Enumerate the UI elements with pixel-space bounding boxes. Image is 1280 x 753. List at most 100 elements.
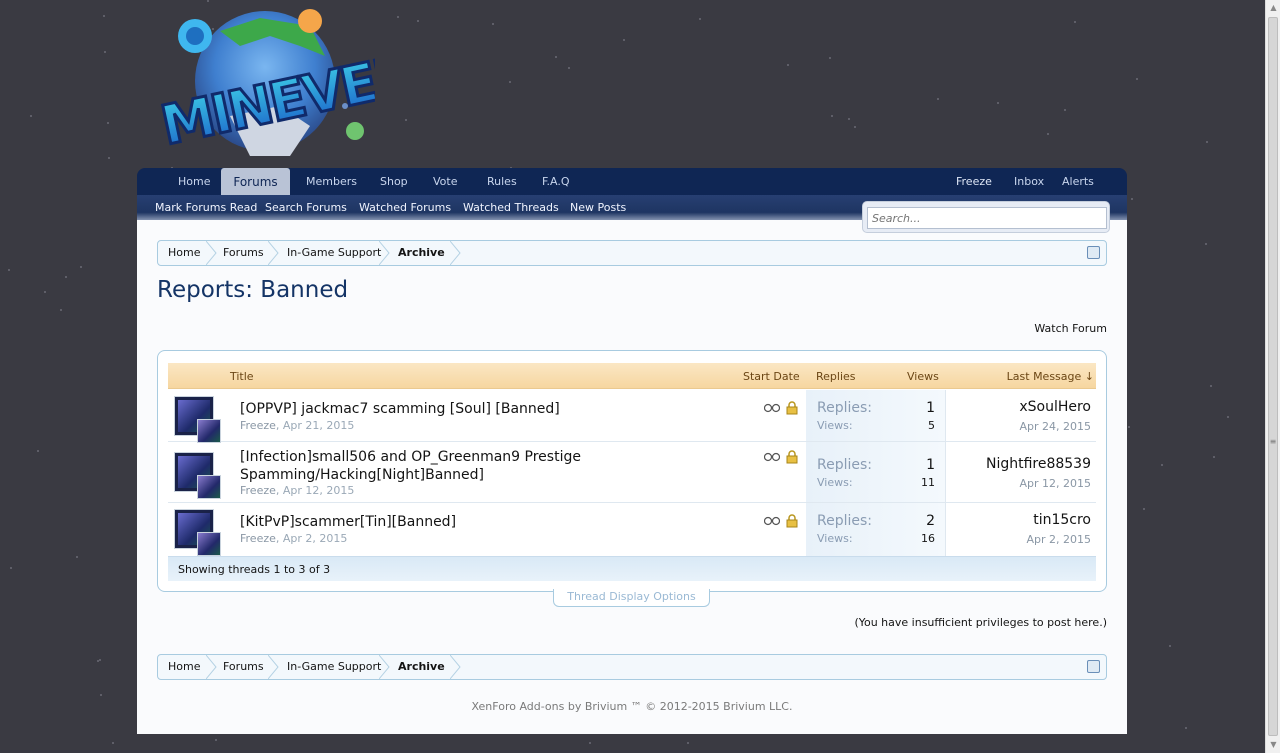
- crumb-in-game-support[interactable]: In-Game Support: [287, 655, 381, 679]
- scroll-up-arrow-icon[interactable]: ▲: [1266, 0, 1280, 16]
- thread-meta: Freeze, Apr 2, 2015: [240, 532, 348, 545]
- avatar[interactable]: [174, 509, 221, 556]
- crumb-forums[interactable]: Forums: [223, 655, 264, 679]
- watched-threads-link[interactable]: Watched Threads: [463, 201, 559, 214]
- star-dot: [97, 660, 99, 662]
- thread-date: Apr 21, 2015: [282, 419, 355, 432]
- thread-title-line1[interactable]: [Infection]small506 and OP_Greenman9 Pre…: [240, 449, 581, 465]
- star-dot: [1213, 456, 1215, 458]
- star-dot: [112, 742, 114, 744]
- search-forums-link[interactable]: Search Forums: [265, 201, 347, 214]
- views-count: 16: [921, 532, 935, 545]
- scroll-down-arrow-icon[interactable]: ▼: [1266, 737, 1280, 753]
- star-dot: [623, 39, 625, 41]
- crumb-separator: [268, 655, 280, 679]
- search-box: [862, 201, 1110, 233]
- col-title[interactable]: Title: [230, 370, 254, 383]
- col-replies[interactable]: Replies: [816, 370, 856, 383]
- col-last-message[interactable]: Last Message ↓: [1007, 370, 1094, 383]
- crumb-separator: [206, 241, 218, 265]
- thread-author[interactable]: Freeze: [240, 484, 276, 497]
- crumb-archive[interactable]: Archive: [398, 241, 445, 265]
- star-dot: [417, 20, 419, 22]
- crumb-archive[interactable]: Archive: [398, 655, 445, 679]
- col-views[interactable]: Views: [907, 370, 939, 383]
- star-dot: [99, 659, 101, 661]
- star-dot: [397, 16, 399, 18]
- locked-icon: [786, 401, 798, 418]
- locked-icon: [786, 514, 798, 531]
- watch-forum-link[interactable]: Watch Forum: [1034, 322, 1107, 335]
- watched-forums-link[interactable]: Watched Forums: [359, 201, 451, 214]
- nav-user-freeze[interactable]: Freeze: [956, 168, 992, 195]
- thread-row: [OPPVP] jackmac7 scamming [Soul] [Banned…: [168, 390, 1096, 443]
- star-dot: [8, 269, 10, 271]
- avatar[interactable]: [174, 452, 221, 499]
- thread-title[interactable]: [KitPvP]scammer[Tin][Banned]: [240, 513, 456, 531]
- crumb-separator: [379, 655, 391, 679]
- crumb-separator: [379, 241, 391, 265]
- page-scrollbar[interactable]: ▲ ≡ ▼: [1265, 0, 1280, 753]
- last-post-user[interactable]: Nightfire88539: [986, 456, 1091, 472]
- copyright-text[interactable]: XenForo Add-ons by Brivium ™ © 2012-2015…: [137, 700, 1127, 713]
- star-dot: [1131, 198, 1133, 200]
- nav-tab-vote[interactable]: Vote: [433, 168, 457, 195]
- views-label: Views:: [817, 476, 853, 489]
- crumb-in-game-support[interactable]: In-Game Support: [287, 241, 381, 265]
- star-dot: [10, 567, 12, 569]
- locked-icon: [786, 450, 798, 467]
- last-post-date[interactable]: Apr 12, 2015: [1019, 477, 1091, 490]
- star-dot: [60, 309, 62, 311]
- nav-tab-members[interactable]: Members: [306, 168, 357, 195]
- new-posts-link[interactable]: New Posts: [570, 201, 626, 214]
- nav-tab-forums[interactable]: Forums: [221, 168, 290, 195]
- avatar-small[interactable]: [197, 532, 221, 556]
- nav-alerts[interactable]: Alerts: [1062, 168, 1094, 195]
- crumb-home[interactable]: Home: [168, 655, 200, 679]
- star-dot: [1074, 21, 1076, 23]
- star-dot: [76, 556, 78, 558]
- jump-menu-icon[interactable]: [1087, 660, 1100, 673]
- mark-forums-read-link[interactable]: Mark Forums Read: [155, 201, 257, 214]
- jump-menu-icon[interactable]: [1087, 246, 1100, 259]
- mineverse-logo[interactable]: MINEVERSE: [150, 6, 488, 166]
- star-dot: [568, 67, 570, 69]
- page-title: Reports: Banned: [157, 277, 349, 303]
- star-dot: [107, 122, 109, 124]
- crumb-forums[interactable]: Forums: [223, 241, 264, 265]
- nav-inbox[interactable]: Inbox: [1014, 168, 1044, 195]
- avatar[interactable]: [174, 396, 221, 443]
- avatar-small[interactable]: [197, 419, 221, 443]
- thread-count-text: Showing threads 1 to 3 of 3: [178, 563, 331, 576]
- star-dot: [104, 51, 106, 53]
- no-permission-notice: (You have insufficient privileges to pos…: [854, 616, 1107, 629]
- nav-tab-faq[interactable]: F.A.Q: [542, 168, 570, 195]
- star-dot: [687, 742, 689, 744]
- last-post-date[interactable]: Apr 2, 2015: [1026, 533, 1091, 546]
- star-dot: [1136, 78, 1138, 80]
- star-dot: [30, 115, 32, 117]
- last-post-user[interactable]: tin15cro: [1033, 512, 1091, 528]
- star-dot: [65, 276, 67, 278]
- thread-title[interactable]: [Infection]small506 and OP_Greenman9 Pre…: [240, 448, 581, 484]
- thread-title[interactable]: [OPPVP] jackmac7 scamming [Soul] [Banned…: [240, 400, 560, 418]
- thread-author[interactable]: Freeze: [240, 532, 276, 545]
- scrollbar-thumb[interactable]: [1268, 17, 1278, 736]
- crumb-home[interactable]: Home: [168, 241, 200, 265]
- nav-tab-shop[interactable]: Shop: [380, 168, 408, 195]
- nav-tab-rules[interactable]: Rules: [487, 168, 517, 195]
- thread-author[interactable]: Freeze: [240, 419, 276, 432]
- nav-tab-home[interactable]: Home: [178, 168, 210, 195]
- star-dot: [103, 15, 105, 17]
- col-start-date[interactable]: Start Date: [743, 370, 800, 383]
- avatar-small[interactable]: [197, 475, 221, 499]
- replies-count: 1: [926, 400, 935, 416]
- last-post-user[interactable]: xSoulHero: [1019, 399, 1091, 415]
- last-post-date[interactable]: Apr 24, 2015: [1019, 420, 1091, 433]
- thread-title-line2[interactable]: Spamming/Hacking[Night]Banned]: [240, 467, 484, 483]
- thread-row: [KitPvP]scammer[Tin][Banned] Freeze, Apr…: [168, 503, 1096, 556]
- thread-display-options-toggle[interactable]: Thread Display Options: [553, 589, 710, 607]
- breadcrumb-top: Home Forums In-Game Support Archive: [157, 240, 1107, 266]
- star-dot: [1227, 416, 1229, 418]
- search-input[interactable]: [867, 207, 1107, 229]
